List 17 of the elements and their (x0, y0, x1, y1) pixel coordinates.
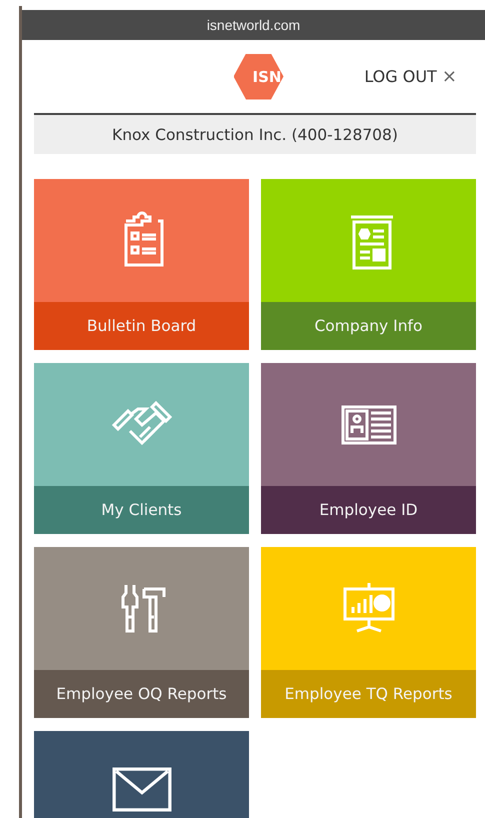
company-name-bar: Knox Construction Inc. (400-128708) (34, 113, 476, 154)
menu-tile[interactable]: Employee ID (261, 363, 476, 534)
menu-tile[interactable]: Bulletin Board (34, 179, 249, 350)
logo[interactable]: ISN (234, 54, 284, 100)
tile-label: Employee ID (261, 486, 476, 534)
menu-tile[interactable]: My Clients (34, 363, 249, 534)
tile-label: Bulletin Board (34, 302, 249, 350)
menu-tile[interactable]: Employee TQ Reports (261, 547, 476, 718)
tile-label: My Clients (34, 486, 249, 534)
envelope-icon (112, 767, 172, 812)
tile-label: Company Info (261, 302, 476, 350)
tile-label: Employee TQ Reports (261, 670, 476, 718)
address-bar[interactable]: isnetworld.com (22, 10, 485, 40)
menu-tile[interactable]: Employee OQ Reports (34, 547, 249, 718)
menu-tile[interactable]: Company Info (261, 179, 476, 350)
logout-button[interactable]: LOG OUT × (364, 66, 457, 87)
tile-label: Employee OQ Reports (34, 670, 249, 718)
